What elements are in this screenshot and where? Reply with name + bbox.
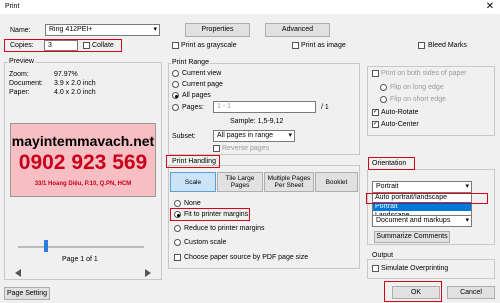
comments-select[interactable]: Document and markups: [372, 215, 472, 227]
fit-label: Fit to printer margins: [184, 211, 249, 218]
reverse-pages-checkbox[interactable]: [213, 145, 220, 152]
copies-input[interactable]: 3: [44, 40, 78, 51]
page-slider-thumb[interactable]: [44, 240, 48, 252]
printer-name-label: Name:: [10, 27, 31, 34]
bleed-marks-checkbox[interactable]: [418, 42, 425, 49]
custom-scale-radio[interactable]: [174, 239, 181, 246]
subset-select[interactable]: All pages in range: [213, 130, 295, 142]
printer-select-value: Ring 412PEI+: [49, 26, 93, 33]
current-page-radio[interactable]: [172, 81, 179, 88]
fit-radio[interactable]: [174, 211, 181, 218]
tab-scale[interactable]: Scale: [170, 172, 216, 192]
document-value: 3.9 x 2.0 inch: [54, 80, 96, 87]
comments-value: Document and markups: [376, 217, 451, 224]
ok-button[interactable]: OK: [392, 286, 440, 299]
orientation-title: Orientation: [371, 160, 408, 167]
subset-label: Subset:: [172, 133, 196, 140]
paper-label: Paper:: [9, 89, 30, 96]
short-edge-radio[interactable]: [380, 96, 387, 103]
auto-rotate-label: Auto-Rotate: [381, 109, 419, 116]
zoom-label: Zoom:: [9, 71, 29, 78]
document-label: Document:: [9, 80, 43, 87]
properties-button[interactable]: Properties: [185, 23, 250, 37]
output-title: Output: [371, 252, 395, 259]
grayscale-label: Print as grayscale: [181, 42, 237, 49]
orientation-select[interactable]: Portrait: [372, 181, 472, 193]
simulate-overprinting-label: Simulate Overprinting: [381, 265, 449, 272]
page-slider-track: [18, 246, 144, 248]
previous-page-icon[interactable]: [15, 269, 21, 277]
label-preview: mayintemmavach.net 0902 923 569 33/1 Hoa…: [10, 123, 156, 197]
auto-center-label: Auto-Center: [381, 121, 419, 128]
reduce-label: Reduce to printer margins: [184, 225, 265, 232]
auto-center-checkbox[interactable]: ✓: [372, 121, 379, 128]
current-page-label: Current page: [182, 81, 223, 88]
long-edge-radio[interactable]: [380, 84, 387, 91]
preview-title: Preview: [8, 58, 35, 65]
subset-value: All pages in range: [217, 132, 274, 139]
copies-label: Copies:: [10, 42, 34, 49]
title-bar: [0, 0, 500, 14]
label-url: mayintemmavach.net: [11, 133, 155, 149]
collate-checkbox[interactable]: [83, 42, 90, 49]
sample-text: Sample: 1,5-9,12: [230, 118, 284, 125]
page-indicator: Page 1 of 1: [62, 256, 98, 263]
orientation-value: Portrait: [376, 183, 399, 190]
tab-multiple-pages[interactable]: Multiple Pages Per Sheet: [264, 172, 314, 192]
simulate-overprinting-checkbox[interactable]: [372, 265, 379, 272]
print-handling-title: Print Handling: [171, 158, 217, 165]
reverse-pages-label: Reverse pages: [222, 145, 270, 152]
label-phone: 0902 923 569: [18, 151, 148, 174]
next-page-icon[interactable]: [145, 269, 151, 277]
summarize-comments-button[interactable]: Summarize Comments: [374, 231, 450, 243]
auto-rotate-checkbox[interactable]: ✓: [372, 109, 379, 116]
print-range-title: Print Range: [171, 59, 210, 66]
tab-booklet[interactable]: Booklet: [315, 172, 358, 192]
current-view-label: Current view: [182, 70, 222, 77]
as-image-label: Print as image: [301, 42, 346, 49]
both-sides-checkbox[interactable]: [372, 70, 379, 77]
portrait-highlight: [366, 193, 488, 204]
paper-value: 4.0 x 2.0 inch: [54, 89, 96, 96]
grayscale-checkbox[interactable]: [172, 42, 179, 49]
zoom-value: 97.97%: [54, 71, 78, 78]
tab-tile-large-pages[interactable]: Tile Large Pages: [217, 172, 263, 192]
scale-none-radio[interactable]: [174, 200, 181, 207]
custom-scale-label: Custom scale: [184, 239, 227, 246]
pages-label: Pages:: [182, 104, 204, 111]
pages-total: / 1: [321, 104, 329, 111]
short-edge-label: Flip on short edge: [390, 96, 447, 103]
pages-radio[interactable]: [172, 104, 179, 111]
bleed-marks-label: Bleed Marks: [428, 42, 467, 49]
window-title: Print: [5, 3, 20, 10]
both-sides-label: Print on both sides of paper: [381, 70, 467, 77]
all-pages-radio[interactable]: [172, 92, 179, 99]
scale-none-label: None: [184, 200, 201, 207]
as-image-checkbox[interactable]: [292, 42, 299, 49]
all-pages-label: All pages: [182, 92, 211, 99]
printer-select[interactable]: Ring 412PEI+: [45, 24, 160, 36]
advanced-button[interactable]: Advanced: [265, 23, 330, 37]
close-icon[interactable]: ✕: [484, 1, 496, 13]
collate-label: Collate: [92, 42, 114, 49]
current-view-radio[interactable]: [172, 70, 179, 77]
paper-source-label: Choose paper source by PDF page size: [184, 254, 309, 261]
reduce-radio[interactable]: [174, 225, 181, 232]
long-edge-label: Flip on long edge: [390, 84, 444, 91]
page-setting-button[interactable]: Page Setting: [4, 287, 50, 300]
pages-input[interactable]: 1 - 1: [213, 101, 316, 113]
cancel-button[interactable]: Cancel: [447, 286, 495, 299]
label-address: 33/1 Hoang Diệu, P.10, Q.PN, HCM: [34, 181, 132, 187]
paper-source-checkbox[interactable]: [174, 254, 181, 261]
